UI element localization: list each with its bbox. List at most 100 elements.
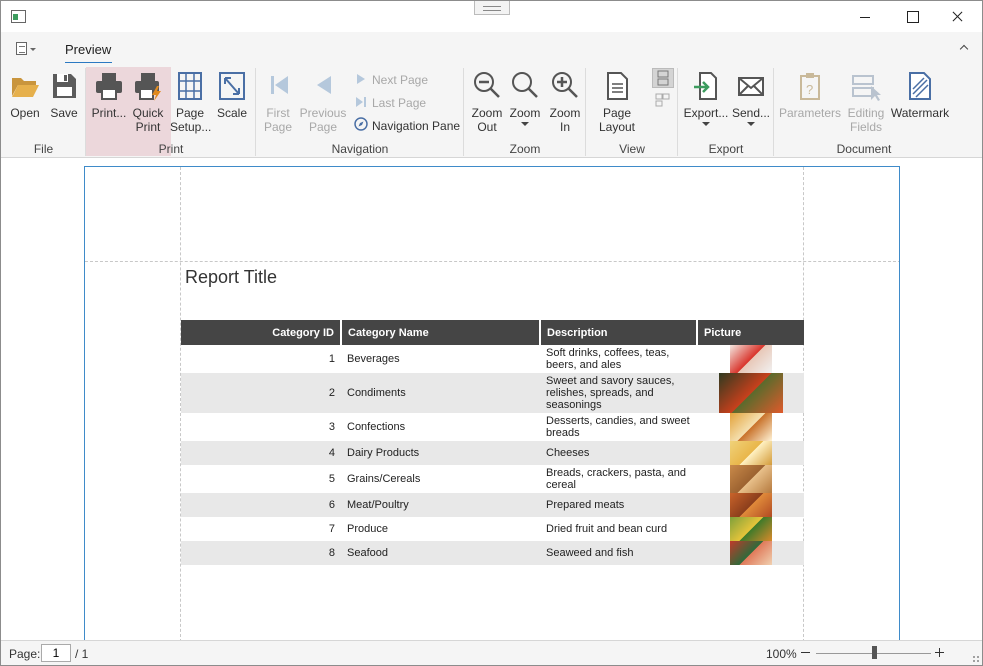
ribbon-group-document: ? Parameters Editing Fields Watermark Do… bbox=[774, 63, 954, 158]
page-setup-label-line2: Setup... bbox=[170, 120, 212, 134]
close-button[interactable] bbox=[934, 1, 980, 32]
zoom-dropdown-button[interactable]: Zoom bbox=[506, 67, 544, 126]
save-button[interactable]: Save bbox=[46, 67, 82, 120]
resize-grip[interactable] bbox=[972, 655, 980, 663]
quick-print-label-line1: Quick bbox=[132, 106, 164, 120]
save-icon bbox=[49, 70, 79, 102]
maximize-button[interactable] bbox=[888, 1, 934, 32]
ribbon-group-export: Export... Send... Export bbox=[678, 63, 774, 158]
table-row: 7 Produce Dried fruit and bean curd bbox=[181, 517, 804, 541]
zoom-out-button[interactable]: Zoom Out bbox=[468, 67, 506, 134]
previous-page-label-line1: Previous bbox=[299, 106, 347, 120]
document-viewer[interactable]: Report Title Category ID Category Name D… bbox=[1, 159, 982, 646]
cell-picture bbox=[697, 541, 804, 565]
grains-picture bbox=[729, 465, 772, 493]
table-header-row: Category ID Category Name Description Pi… bbox=[181, 320, 804, 345]
ribbon-tab-row: Preview bbox=[1, 32, 982, 64]
cell-description: Breads, crackers, pasta, and cereal bbox=[546, 467, 687, 491]
navigation-pane-button[interactable]: Navigation Pane bbox=[354, 117, 460, 135]
parameters-button[interactable]: ? Parameters bbox=[778, 67, 842, 120]
cell-category-name: Condiments bbox=[341, 373, 540, 413]
chevron-down-icon bbox=[30, 48, 36, 51]
cell-category-id: 8 bbox=[181, 541, 341, 565]
cell-description: Seaweed and fish bbox=[540, 541, 697, 565]
last-page-button[interactable]: Last Page bbox=[354, 94, 426, 112]
quick-print-button[interactable]: Quick Print bbox=[128, 67, 168, 134]
cell-picture bbox=[697, 493, 804, 517]
zoom-in-label-line2: In bbox=[559, 120, 570, 134]
previous-page-button[interactable]: Previous Page bbox=[298, 67, 348, 134]
table-row: 4 Dairy Products Cheeses bbox=[181, 441, 804, 465]
seafood-picture bbox=[729, 541, 772, 565]
report-table: Category ID Category Name Description Pi… bbox=[181, 320, 804, 565]
quick-print-label-line2: Print bbox=[135, 120, 161, 134]
table-row: 8 Seafood Seaweed and fish bbox=[181, 541, 804, 565]
cell-description: Desserts, candies, and sweet breads bbox=[546, 415, 690, 439]
cell-picture bbox=[697, 413, 804, 441]
send-button[interactable]: Send... bbox=[730, 67, 772, 126]
group-label-print: Print bbox=[158, 142, 184, 156]
zoom-out-label-line2: Out bbox=[477, 120, 497, 134]
title-bar bbox=[1, 1, 982, 32]
group-label-file: File bbox=[33, 142, 54, 156]
table-body: 1 Beverages Soft drinks, coffees, teas, be… bbox=[181, 345, 804, 565]
group-label-export: Export bbox=[708, 142, 744, 156]
multi-page-icon bbox=[655, 93, 670, 107]
ribbon-toggle-grip[interactable] bbox=[474, 1, 510, 15]
zoom-in-icon bbox=[550, 70, 580, 102]
svg-text:?: ? bbox=[806, 82, 813, 97]
export-label: Export... bbox=[683, 106, 729, 120]
cell-description: Soft drinks, coffees, teas, beers, and a… bbox=[546, 347, 670, 371]
cell-category-id: 1 bbox=[328, 353, 335, 365]
open-button[interactable]: Open bbox=[6, 67, 44, 120]
parameters-label: Parameters bbox=[778, 106, 842, 120]
minimize-button[interactable] bbox=[842, 1, 888, 32]
quick-print-icon bbox=[133, 70, 163, 102]
export-button[interactable]: Export... bbox=[682, 67, 730, 126]
watermark-button[interactable]: Watermark bbox=[890, 67, 950, 120]
cell-description: Prepared meats bbox=[540, 493, 697, 517]
collapse-ribbon-button[interactable] bbox=[960, 44, 969, 53]
zoom-minus-button[interactable] bbox=[801, 652, 810, 653]
cell-category-id: 6 bbox=[181, 493, 341, 517]
cell-category-id: 7 bbox=[328, 523, 335, 535]
ribbon-group-view: Page Layout View bbox=[586, 63, 678, 158]
scale-button[interactable]: Scale bbox=[212, 67, 252, 120]
zoom-slider-thumb[interactable] bbox=[871, 646, 877, 659]
folder-open-icon bbox=[10, 70, 40, 102]
page-layout-button[interactable]: Page Layout bbox=[590, 67, 644, 134]
next-page-button[interactable]: Next Page bbox=[354, 71, 428, 89]
zoom-label: Zoom bbox=[509, 106, 541, 120]
zoom-out-label-line1: Zoom bbox=[471, 106, 503, 120]
zoom-plus-button[interactable] bbox=[935, 648, 944, 657]
first-page-button[interactable]: First Page bbox=[258, 67, 298, 134]
previous-page-icon bbox=[308, 70, 338, 102]
meat-picture bbox=[729, 493, 772, 517]
cell-category-name: Beverages bbox=[347, 353, 400, 365]
last-page-label: Last Page bbox=[372, 96, 427, 110]
cell-picture bbox=[697, 465, 804, 493]
editing-fields-button[interactable]: Editing Fields bbox=[842, 67, 890, 134]
tab-preview[interactable]: Preview bbox=[65, 42, 111, 57]
zoom-in-button[interactable]: Zoom In bbox=[546, 67, 584, 134]
dairy-picture bbox=[729, 441, 772, 465]
send-label: Send... bbox=[731, 106, 771, 120]
last-page-icon bbox=[354, 95, 368, 107]
cell-category-id: 4 bbox=[181, 441, 341, 465]
table-row: 6 Meat/Poultry Prepared meats bbox=[181, 493, 804, 517]
page-layout-icon bbox=[602, 70, 632, 102]
print-button[interactable]: Print... bbox=[90, 67, 128, 120]
single-page-view-button[interactable] bbox=[652, 68, 674, 88]
editing-fields-icon bbox=[851, 70, 881, 102]
cell-category-name: Dairy Products bbox=[341, 441, 540, 465]
cell-description: Cheeses bbox=[540, 441, 697, 465]
page-number-input[interactable] bbox=[41, 644, 71, 662]
report-title: Report Title bbox=[185, 267, 278, 287]
page-setup-button[interactable]: Page Setup... bbox=[170, 67, 212, 134]
printer-icon bbox=[94, 70, 124, 102]
multi-page-view-button[interactable] bbox=[652, 91, 674, 111]
first-page-icon bbox=[263, 70, 293, 102]
application-menu-button[interactable] bbox=[14, 42, 38, 56]
cell-category-id: 5 bbox=[328, 473, 335, 485]
page-label: Page: bbox=[9, 647, 41, 661]
